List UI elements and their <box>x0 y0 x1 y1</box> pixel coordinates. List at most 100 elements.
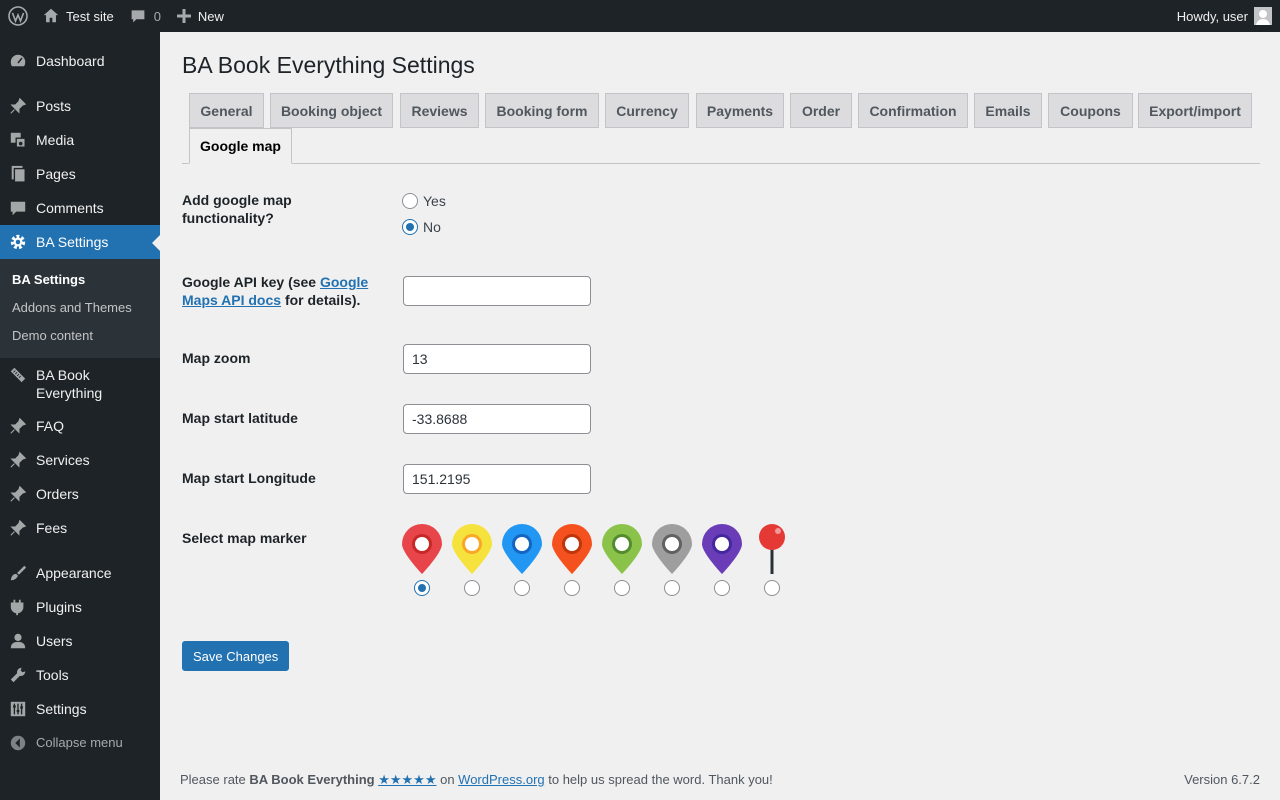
footer-plugin-name: BA Book Everything <box>249 772 375 787</box>
site-name: Test site <box>66 8 114 24</box>
sidebar-item-label: BA Book Everything <box>36 367 103 401</box>
marker-gray-icon[interactable] <box>651 523 693 575</box>
sidebar-item-posts[interactable]: Posts <box>0 90 160 124</box>
pin-icon <box>8 96 28 116</box>
tab-reviews[interactable]: Reviews <box>400 93 479 128</box>
map-longitude-label: Map start Longitude <box>182 470 316 486</box>
tab-currency[interactable]: Currency <box>605 93 689 128</box>
brush-icon <box>8 563 28 583</box>
main-content: BA Book Everything Settings General Book… <box>160 32 1280 800</box>
tab-coupons[interactable]: Coupons <box>1048 93 1133 128</box>
tab-order[interactable]: Order <box>790 93 852 128</box>
sidebar-item-label: Services <box>36 452 90 468</box>
sidebar-item-tools[interactable]: Tools <box>0 658 160 692</box>
map-latitude-input[interactable] <box>403 404 591 434</box>
collapse-menu-button[interactable]: Collapse menu <box>0 729 160 757</box>
tab-general[interactable]: General <box>189 93 264 128</box>
pin-icon <box>8 416 28 436</box>
comments-count: 0 <box>153 8 161 24</box>
sidebar-item-label: Media <box>36 132 75 148</box>
comment-icon <box>8 198 28 218</box>
sidebar-item-label: Plugins <box>36 599 82 615</box>
sidebar-item-ba-book-everything[interactable]: BA Book Everything <box>0 358 160 410</box>
wordpress-logo-icon[interactable] <box>0 0 36 32</box>
tab-payments[interactable]: Payments <box>696 93 784 128</box>
footer-text-suffix: to help us spread the word. Thank you! <box>544 772 773 787</box>
pin-icon <box>8 484 28 504</box>
sidebar-item-media[interactable]: Media <box>0 124 160 158</box>
google-map-label: Add google map functionality? <box>182 192 292 226</box>
google-map-no-label: No <box>423 219 441 235</box>
map-longitude-input[interactable] <box>403 464 591 494</box>
marker-orange-radio[interactable] <box>564 580 580 596</box>
sidebar-item-appearance[interactable]: Appearance <box>0 556 160 590</box>
new-content-link[interactable]: New <box>169 0 232 32</box>
version-text: Version 6.7.2 <box>1184 772 1260 787</box>
account-menu[interactable]: Howdy, user <box>1169 0 1280 32</box>
wordpress-org-link[interactable]: WordPress.org <box>458 772 544 787</box>
marker-green-radio[interactable] <box>614 580 630 596</box>
sidebar-item-settings[interactable]: Settings <box>0 692 160 726</box>
rating-stars-link[interactable]: ★★★★★ <box>378 772 436 787</box>
sidebar-item-pages[interactable]: Pages <box>0 158 160 192</box>
google-map-no-radio[interactable] <box>402 219 418 235</box>
save-changes-button[interactable]: Save Changes <box>182 641 290 671</box>
marker-blue-radio[interactable] <box>514 580 530 596</box>
marker-pushpin-icon[interactable] <box>751 523 793 575</box>
sidebar-item-plugins[interactable]: Plugins <box>0 590 160 624</box>
sidebar-item-comments[interactable]: Comments <box>0 192 160 226</box>
dashboard-icon <box>8 51 28 71</box>
submenu-item-demo-content[interactable]: Demo content <box>12 328 93 343</box>
submenu-item-ba-settings[interactable]: BA Settings <box>12 272 85 287</box>
api-key-label-suffix: for details). <box>281 292 361 308</box>
google-map-yes-radio[interactable] <box>402 193 418 209</box>
sidebar-item-fees[interactable]: Fees <box>0 512 160 546</box>
api-key-label: Google API key (see Google Maps API docs… <box>182 273 382 309</box>
admin-bar: Test site 0 New Howdy, user <box>0 0 1280 32</box>
sidebar-item-services[interactable]: Services <box>0 444 160 478</box>
api-key-input[interactable] <box>403 276 591 306</box>
tab-export-import[interactable]: Export/import <box>1138 93 1252 128</box>
user-icon <box>8 631 28 651</box>
tab-booking-object[interactable]: Booking object <box>270 93 393 128</box>
sidebar-item-ba-settings[interactable]: BA Settings <box>0 225 160 259</box>
avatar <box>1254 7 1272 25</box>
tab-booking-form[interactable]: Booking form <box>485 93 599 128</box>
sidebar-item-label: Users <box>36 633 73 649</box>
marker-orange-icon[interactable] <box>551 523 593 575</box>
marker-yellow-icon[interactable] <box>451 523 493 575</box>
sidebar-item-label: Settings <box>36 701 87 717</box>
sidebar-item-label: FAQ <box>36 418 65 434</box>
tab-confirmation[interactable]: Confirmation <box>858 93 968 128</box>
marker-blue-icon[interactable] <box>501 523 543 575</box>
sidebar-item-orders[interactable]: Orders <box>0 478 160 512</box>
marker-green-icon[interactable] <box>601 523 643 575</box>
sidebar-item-label: Appearance <box>36 565 112 581</box>
sidebar-item-users[interactable]: Users <box>0 624 160 658</box>
sidebar-item-label: Tools <box>36 667 69 683</box>
marker-gray-radio[interactable] <box>664 580 680 596</box>
marker-purple-icon[interactable] <box>701 523 743 575</box>
admin-sidebar: Dashboard Posts Media Pages Comments BA … <box>0 32 160 800</box>
map-zoom-input[interactable] <box>403 344 591 374</box>
sidebar-item-faq[interactable]: FAQ <box>0 410 160 444</box>
comments-link[interactable]: 0 <box>122 0 169 32</box>
collapse-menu-label: Collapse menu <box>36 735 123 750</box>
submenu-item-addons-themes[interactable]: Addons and Themes <box>12 300 132 315</box>
marker-yellow-radio[interactable] <box>464 580 480 596</box>
google-map-yes-label: Yes <box>423 193 446 209</box>
collapse-arrow-icon <box>8 733 28 753</box>
tab-google-map[interactable]: Google map <box>189 128 292 164</box>
sidebar-item-label: Pages <box>36 166 76 182</box>
sidebar-item-dashboard[interactable]: Dashboard <box>0 32 160 90</box>
comment-icon <box>131 10 145 23</box>
site-name-link[interactable]: Test site <box>36 0 122 32</box>
marker-pushpin-radio[interactable] <box>764 580 780 596</box>
marker-red-icon[interactable] <box>401 523 443 575</box>
marker-purple-radio[interactable] <box>714 580 730 596</box>
sidebar-item-label: Dashboard <box>36 53 105 69</box>
tab-emails[interactable]: Emails <box>974 93 1042 128</box>
footer: Please rate BA Book Everything ★★★★★ on … <box>180 772 1260 788</box>
marker-red-radio[interactable] <box>414 580 430 596</box>
footer-text-prefix: Please rate <box>180 772 250 787</box>
